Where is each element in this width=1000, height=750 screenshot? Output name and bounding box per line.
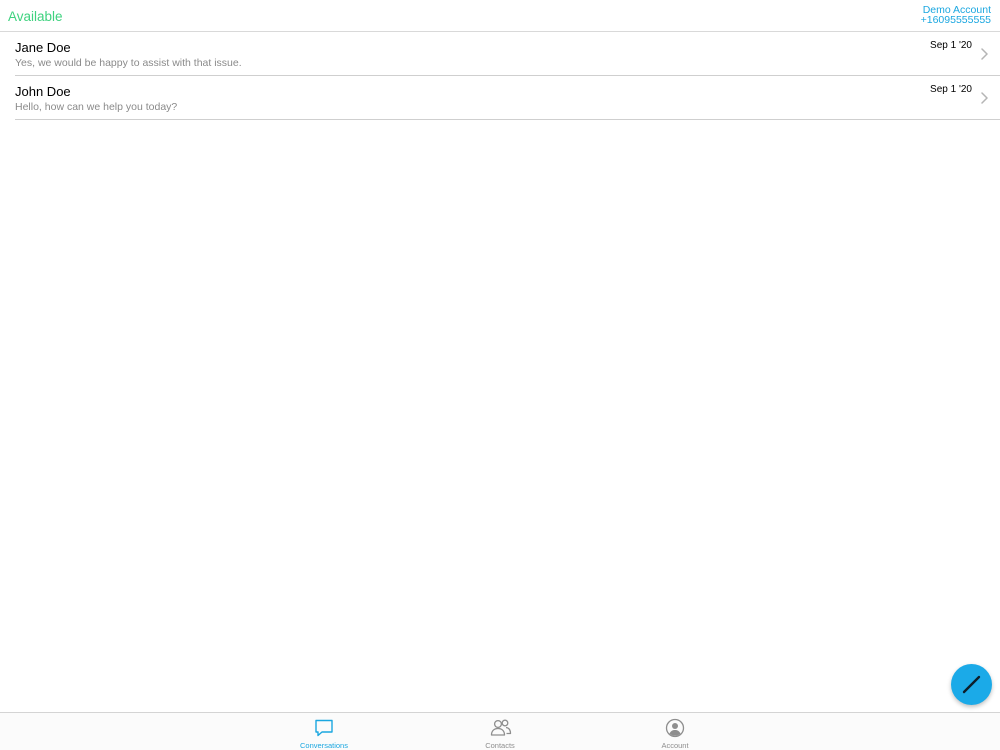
message-preview: Hello, how can we help you today? — [15, 101, 178, 113]
chevron-right-icon — [981, 92, 988, 104]
tab-account[interactable]: Account — [630, 713, 720, 750]
conversation-row[interactable]: John Doe Hello, how can we help you toda… — [15, 76, 1000, 120]
tab-label: Contacts — [485, 741, 515, 750]
user-circle-icon — [665, 718, 685, 738]
compose-pencil-icon — [962, 675, 981, 694]
people-icon — [490, 719, 512, 736]
tab-bar: Conversations Contacts Account — [0, 712, 1000, 750]
contact-name: John Doe — [15, 84, 71, 99]
message-preview: Yes, we would be happy to assist with th… — [15, 57, 242, 69]
top-bar: Available Demo Account +16095555555 — [0, 0, 1000, 32]
account-info[interactable]: Demo Account +16095555555 — [920, 5, 991, 26]
tab-conversations[interactable]: Conversations — [279, 713, 369, 750]
tab-contacts[interactable]: Contacts — [455, 713, 545, 750]
availability-status[interactable]: Available — [8, 9, 63, 24]
tab-label: Conversations — [300, 741, 348, 750]
compose-button[interactable] — [951, 664, 992, 705]
message-date: Sep 1 '20 — [930, 40, 972, 51]
tab-label: Account — [661, 741, 689, 750]
chevron-right-icon — [981, 48, 988, 60]
account-number: +16095555555 — [920, 14, 991, 26]
message-date: Sep 1 '20 — [930, 84, 972, 95]
conversation-row[interactable]: Jane Doe Yes, we would be happy to assis… — [15, 32, 1000, 76]
conversation-list: Jane Doe Yes, we would be happy to assis… — [15, 32, 1000, 120]
contact-name: Jane Doe — [15, 40, 71, 55]
chat-bubble-icon — [315, 719, 333, 737]
